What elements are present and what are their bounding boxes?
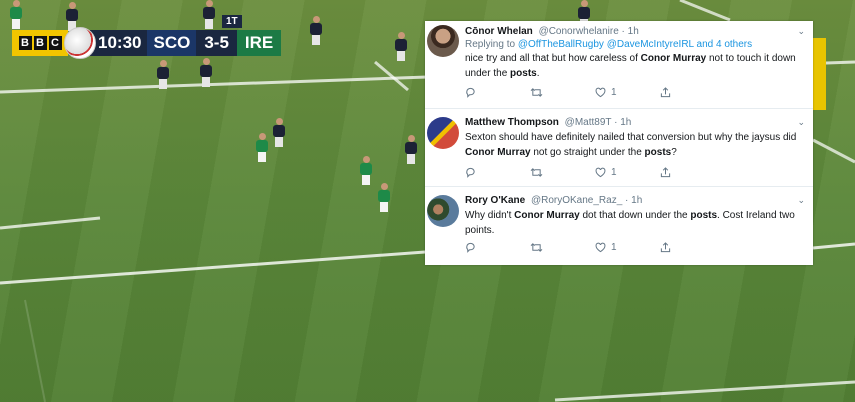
tweet: Rory O'Kane @RoryOKane_Raz_ · 1h ⌄ Why d… xyxy=(425,187,813,265)
player-ireland xyxy=(378,183,390,213)
player-ireland xyxy=(10,0,22,30)
like-count: 1 xyxy=(611,86,617,98)
tweet-time[interactable]: · 1h xyxy=(625,195,642,206)
display-name[interactable]: Matthew Thompson xyxy=(465,117,559,128)
tweet-header: Matthew Thompson @Matt89T · 1h xyxy=(465,117,805,128)
player-ireland xyxy=(256,133,268,163)
reply-button[interactable] xyxy=(465,165,530,179)
tweet: Matthew Thompson @Matt89T · 1h ⌄ Sexton … xyxy=(425,109,813,187)
like-count: 1 xyxy=(611,241,617,253)
tweet-actions: 1 xyxy=(465,165,765,179)
display-name[interactable]: Rory O'Kane xyxy=(465,195,525,206)
retweet-button[interactable] xyxy=(530,240,595,254)
retweet-icon xyxy=(530,167,543,177)
tweets-panel: Cōnor Whelan @Conorwhelanire · 1h ⌄ Repl… xyxy=(425,21,813,265)
reply-icon xyxy=(466,87,475,98)
player-scotland xyxy=(405,135,417,165)
logo-letter: B xyxy=(33,36,47,50)
mention-others-link[interactable]: and 4 others xyxy=(697,39,753,50)
replying-to: Replying to @OffTheBallRugby @DaveMcInty… xyxy=(465,39,805,50)
sideline-flag xyxy=(812,38,826,110)
home-team: SCO xyxy=(147,30,197,56)
chevron-down-icon[interactable]: ⌄ xyxy=(797,117,805,128)
avatar[interactable] xyxy=(427,117,459,149)
match-clock: 10:30 xyxy=(90,30,148,56)
replying-prefix: Replying to xyxy=(465,39,516,50)
user-handle[interactable]: @RoryOKane_Raz_ xyxy=(531,195,622,206)
match-score: 3-5 xyxy=(196,30,237,56)
player-scotland xyxy=(273,118,285,148)
display-name[interactable]: Cōnor Whelan xyxy=(465,26,533,37)
mention-link[interactable]: @DaveMcIntyreIRL xyxy=(607,39,694,50)
player-scotland xyxy=(200,58,212,88)
logo-letter: C xyxy=(48,36,62,50)
retweet-button[interactable] xyxy=(530,165,595,179)
share-button[interactable] xyxy=(660,165,725,179)
user-handle[interactable]: @Matt89T xyxy=(565,117,612,128)
share-button[interactable] xyxy=(660,85,725,99)
tweet-header: Cōnor Whelan @Conorwhelanire · 1h xyxy=(465,26,805,37)
tweet-body: Matthew Thompson @Matt89T · 1h ⌄ Sexton … xyxy=(465,117,805,160)
avatar[interactable] xyxy=(427,195,459,227)
tweet-text: Why didn't Conor Murray dot that down un… xyxy=(465,210,795,236)
chevron-down-icon[interactable]: ⌄ xyxy=(797,195,805,206)
scorebug: B B C 10:30 SCO 3-5 IRE xyxy=(12,27,282,59)
share-icon xyxy=(660,166,671,177)
reply-button[interactable] xyxy=(465,240,530,254)
reply-button[interactable] xyxy=(465,85,530,99)
retweet-icon xyxy=(530,87,543,97)
player-ireland xyxy=(360,156,372,186)
player-scotland xyxy=(310,16,322,46)
like-icon xyxy=(595,242,606,252)
tweet-body: Rory O'Kane @RoryOKane_Raz_ · 1h ⌄ Why d… xyxy=(465,195,805,238)
like-button[interactable]: 1 xyxy=(595,165,660,179)
tweet-body: Cōnor Whelan @Conorwhelanire · 1h ⌄ Repl… xyxy=(465,26,805,81)
tweet-text: nice try and all that but how careless o… xyxy=(465,53,796,79)
retweet-button[interactable] xyxy=(530,85,595,99)
reply-icon xyxy=(466,167,475,178)
player-scotland xyxy=(395,32,407,62)
like-button[interactable]: 1 xyxy=(595,85,660,99)
tweet-time[interactable]: · 1h xyxy=(614,117,631,128)
retweet-icon xyxy=(530,242,543,252)
player-scotland xyxy=(157,60,169,90)
phase-badge: 1T xyxy=(222,15,242,28)
tweet: Cōnor Whelan @Conorwhelanire · 1h ⌄ Repl… xyxy=(425,21,813,109)
share-icon xyxy=(660,86,671,97)
logo-letter: B xyxy=(18,36,32,50)
share-button[interactable] xyxy=(660,240,725,254)
chevron-down-icon[interactable]: ⌄ xyxy=(797,26,805,37)
away-team: IRE xyxy=(236,30,282,56)
like-count: 1 xyxy=(611,166,617,178)
user-handle[interactable]: @Conorwhelanire xyxy=(539,26,619,37)
tweet-actions: 1 xyxy=(465,240,765,254)
reply-icon xyxy=(466,242,475,253)
share-icon xyxy=(660,241,671,252)
like-icon xyxy=(595,87,606,97)
competition-ball-icon xyxy=(64,27,96,59)
like-icon xyxy=(595,167,606,177)
tweet-time[interactable]: · 1h xyxy=(622,26,639,37)
tweet-actions: 1 xyxy=(465,85,765,99)
player-scotland xyxy=(203,0,215,30)
tweet-header: Rory O'Kane @RoryOKane_Raz_ · 1h xyxy=(465,195,805,206)
broadcaster-logo: B B C xyxy=(12,30,68,56)
like-button[interactable]: 1 xyxy=(595,240,660,254)
avatar[interactable] xyxy=(427,25,459,57)
mention-link[interactable]: @OffTheBallRugby xyxy=(518,39,604,50)
tweet-text: Sexton should have definitely nailed tha… xyxy=(465,132,797,158)
